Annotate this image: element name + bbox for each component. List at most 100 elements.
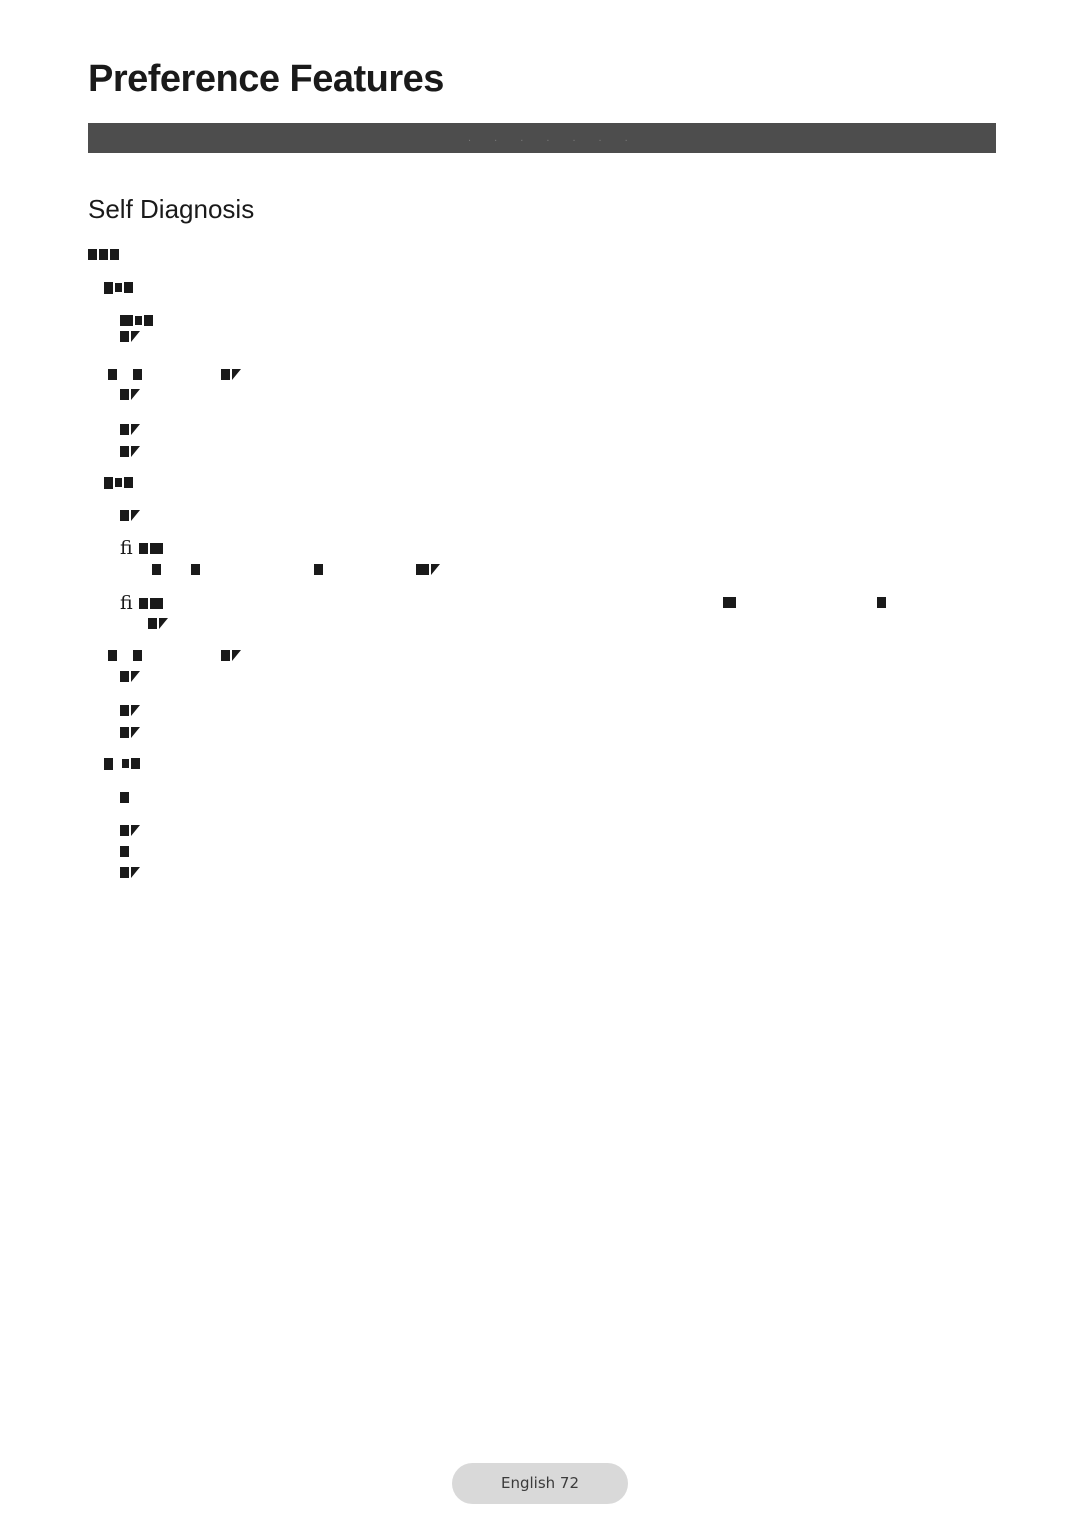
glyph-box xyxy=(133,650,142,661)
glyph-space xyxy=(381,564,388,575)
glyph-triangle xyxy=(131,867,140,878)
body-glyph-mark xyxy=(723,592,738,611)
glyph-space xyxy=(151,369,158,380)
body-line xyxy=(120,862,142,881)
body-line xyxy=(120,841,131,860)
body-line xyxy=(104,277,135,296)
document-page: Preference Features . . . . . . . Self D… xyxy=(0,0,1080,1534)
glyph-space xyxy=(158,650,165,661)
glyph-box xyxy=(138,542,148,554)
section-title: Self Diagnosis xyxy=(88,194,255,224)
glyph-x-box xyxy=(104,281,113,294)
glyph-box xyxy=(120,331,129,342)
glyph-space xyxy=(119,650,126,661)
glyph-space xyxy=(388,564,395,575)
glyph-space xyxy=(402,564,409,575)
glyph-space xyxy=(151,650,158,661)
fi-ligature-mark: fi xyxy=(120,592,133,614)
glyph-box xyxy=(133,369,142,380)
glyph-box xyxy=(120,510,129,521)
body-line xyxy=(88,244,121,263)
glyph-triangle xyxy=(131,331,140,342)
glyph-space xyxy=(144,369,151,380)
glyph-space xyxy=(207,369,214,380)
glyph-space xyxy=(158,369,165,380)
glyph-x-box xyxy=(104,476,113,489)
glyph-space xyxy=(279,564,286,575)
glyph-space xyxy=(165,369,172,380)
glyph-space xyxy=(223,564,230,575)
glyph-space xyxy=(346,564,353,575)
glyph-space xyxy=(177,564,184,575)
glyph-triangle xyxy=(131,389,140,400)
glyph-space xyxy=(200,650,207,661)
glyph-box xyxy=(221,650,230,661)
glyph-space xyxy=(293,564,300,575)
glyph-space xyxy=(272,564,279,575)
footer-page-pill: English 72 xyxy=(452,1463,628,1504)
body-line xyxy=(120,820,142,839)
glyph-box xyxy=(110,249,119,260)
glyph-box xyxy=(148,618,157,629)
body-line xyxy=(120,666,142,685)
glyph-box xyxy=(120,671,129,682)
glyph-box-small xyxy=(122,759,129,768)
glyph-space xyxy=(170,564,177,575)
glyph-space xyxy=(115,758,122,769)
glyph-space xyxy=(300,564,307,575)
body-line xyxy=(108,645,243,664)
glyph-space xyxy=(409,564,416,575)
glyph-space xyxy=(214,369,221,380)
body-line xyxy=(120,419,142,438)
glyph-space xyxy=(200,369,207,380)
glyph-space xyxy=(165,650,172,661)
glyph-triangle xyxy=(159,618,168,629)
glyph-box-wide xyxy=(120,315,133,326)
glyph-space xyxy=(230,564,237,575)
glyph-box-small xyxy=(135,316,142,325)
body-line xyxy=(120,441,142,460)
glyph-space xyxy=(216,564,223,575)
glyph-space xyxy=(374,564,381,575)
page-title: Preference Features xyxy=(88,58,444,100)
glyph-triangle xyxy=(131,671,140,682)
glyph-box-wide xyxy=(149,597,163,609)
glyph-space xyxy=(339,564,346,575)
glyph-box xyxy=(120,446,129,457)
glyph-box xyxy=(723,597,736,608)
glyph-space xyxy=(184,564,191,575)
glyph-box-wide xyxy=(149,542,163,554)
glyph-space xyxy=(360,564,367,575)
glyph-triangle xyxy=(131,446,140,457)
glyph-space xyxy=(353,564,360,575)
glyph-box xyxy=(221,369,230,380)
glyph-box xyxy=(108,369,117,380)
glyph-space xyxy=(163,564,170,575)
body-line xyxy=(152,559,442,578)
glyph-box-wide xyxy=(416,564,429,575)
glyph-space xyxy=(244,564,251,575)
glyph-space xyxy=(307,564,314,575)
glyph-space xyxy=(209,564,216,575)
glyph-space xyxy=(179,650,186,661)
body-line xyxy=(120,326,142,345)
glyph-space xyxy=(325,564,332,575)
glyph-box xyxy=(120,792,129,803)
glyph-space xyxy=(172,369,179,380)
glyph-box xyxy=(314,564,323,575)
body-line xyxy=(104,753,142,772)
glyph-box xyxy=(120,705,129,716)
glyph-triangle xyxy=(232,650,241,661)
footer-page-label: English 72 xyxy=(500,1474,580,1492)
glyph-box xyxy=(152,564,161,575)
glyph-space xyxy=(367,564,374,575)
glyph-space xyxy=(237,564,244,575)
glyph-space xyxy=(193,650,200,661)
glyph-box xyxy=(88,249,97,260)
glyph-space xyxy=(193,369,200,380)
glyph-space xyxy=(265,564,272,575)
glyph-box xyxy=(108,650,117,661)
glyph-box xyxy=(120,727,129,738)
body-line xyxy=(104,472,135,491)
glyph-space xyxy=(395,564,402,575)
